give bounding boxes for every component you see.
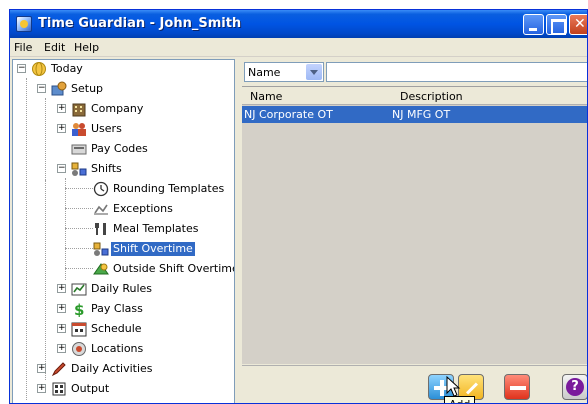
detail-panel: Name Name Description NJ Corporate OT NJ… <box>242 59 587 403</box>
tree-label: Setup <box>71 82 104 95</box>
building-icon <box>71 101 87 117</box>
filter-field-select[interactable]: Name <box>244 62 324 82</box>
locations-icon <box>71 341 87 357</box>
pencil-icon <box>51 361 67 377</box>
expand-icon[interactable]: + <box>57 284 66 293</box>
tree-label: Output <box>71 382 110 395</box>
records-grid[interactable]: Name Description NJ Corporate OT NJ MFG … <box>242 86 587 364</box>
collapse-icon[interactable]: − <box>17 64 26 73</box>
dollar-icon: $ <box>71 301 87 319</box>
tree-label: Today <box>51 62 83 75</box>
tree-label: Shifts <box>91 162 122 175</box>
app-icon <box>16 16 32 32</box>
tree-label: Locations <box>91 342 144 355</box>
chevron-down-icon[interactable] <box>306 64 322 80</box>
tree-label: Pay Codes <box>91 142 148 155</box>
menu-edit[interactable]: Edit <box>44 41 65 54</box>
action-bar: ? Add <box>242 365 587 403</box>
outside-overtime-icon <box>93 261 109 277</box>
tree-label: Daily Rules <box>91 282 153 295</box>
pay-codes-icon <box>71 141 87 157</box>
shifts-icon <box>71 161 87 177</box>
column-header-description[interactable]: Description <box>400 90 463 103</box>
calendar-icon <box>71 321 87 337</box>
column-header-name[interactable]: Name <box>250 90 282 103</box>
tree-label: Shift Overtime <box>111 242 195 256</box>
tree-label: Pay Class <box>91 302 143 315</box>
output-icon <box>51 381 67 397</box>
shift-overtime-icon <box>93 241 109 257</box>
main-window: Time Guardian - John_Smith File Edit Hel… <box>9 9 588 404</box>
tooltip: Add <box>444 396 476 403</box>
maximize-button[interactable] <box>546 14 567 35</box>
navigation-tree[interactable]: − Today − Setup + Company + Users Pay Co… <box>12 59 235 403</box>
window-title: Time Guardian - John_Smith <box>38 16 242 31</box>
setup-icon <box>51 81 67 97</box>
title-bar[interactable]: Time Guardian - John_Smith <box>10 10 587 38</box>
expand-icon[interactable]: + <box>57 124 66 133</box>
tree-label: Schedule <box>91 322 142 335</box>
tree-label: Users <box>91 122 122 135</box>
delete-button[interactable] <box>504 374 530 400</box>
tree-label: Exceptions <box>113 202 173 215</box>
clock-icon <box>93 181 109 197</box>
menu-file[interactable]: File <box>14 41 32 54</box>
collapse-icon[interactable]: − <box>37 84 46 93</box>
globe-icon <box>31 61 47 77</box>
grid-header: Name Description <box>242 87 587 105</box>
menu-help[interactable]: Help <box>74 41 99 54</box>
users-icon <box>71 121 87 137</box>
fork-knife-icon <box>93 221 109 237</box>
exceptions-icon <box>93 201 109 217</box>
expand-icon[interactable]: + <box>57 304 66 313</box>
table-row[interactable]: NJ Corporate OT NJ MFG OT <box>242 106 587 123</box>
help-button[interactable]: ? <box>562 374 587 400</box>
tree-label: Company <box>91 102 144 115</box>
daily-rules-icon <box>71 281 87 297</box>
cursor-icon <box>446 376 461 397</box>
filter-bar: Name <box>242 60 587 85</box>
tree-label: Meal Templates <box>113 222 199 235</box>
cell-description: NJ MFG OT <box>392 108 451 121</box>
expand-icon[interactable]: + <box>37 384 46 393</box>
expand-icon[interactable]: + <box>57 344 66 353</box>
filter-input[interactable] <box>326 62 587 82</box>
minimize-button[interactable] <box>523 14 544 35</box>
menu-bar: File Edit Help <box>10 38 587 57</box>
tree-label: Rounding Templates <box>113 182 225 195</box>
help-icon: ? <box>566 378 584 396</box>
filter-field-value: Name <box>248 66 281 79</box>
collapse-icon[interactable]: − <box>57 164 66 173</box>
close-button[interactable] <box>569 14 587 35</box>
expand-icon[interactable]: + <box>37 364 46 373</box>
svg-text:$: $ <box>74 301 84 317</box>
tree-label: Outside Shift Overtime <box>113 262 235 275</box>
expand-icon[interactable]: + <box>57 104 66 113</box>
expand-icon[interactable]: + <box>57 324 66 333</box>
tree-label: Daily Activities <box>71 362 153 375</box>
cell-name: NJ Corporate OT <box>244 108 333 121</box>
